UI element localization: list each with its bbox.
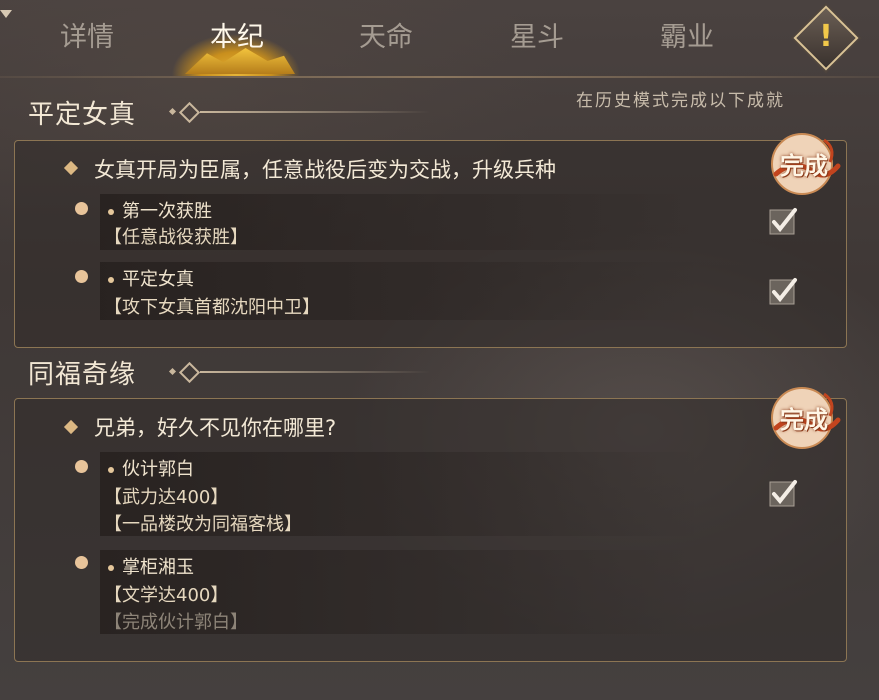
item-requirement: 【武力达400】	[104, 487, 229, 508]
bullet-icon	[75, 202, 88, 215]
complete-stamp-label: 完成	[780, 152, 828, 180]
item-requirement: 【攻下女真首都沈阳中卫】	[104, 297, 320, 318]
tab-details[interactable]: 详情	[32, 18, 142, 62]
item-name: 平定女真	[122, 269, 194, 290]
bullet-dot	[108, 277, 114, 283]
section-title: 平定女真	[28, 100, 137, 130]
bullet-dot	[108, 467, 114, 473]
item-requirement: 【一品楼改为同福客栈】	[104, 514, 302, 535]
item-name: 伙计郭白	[122, 459, 194, 480]
tab-hegemony[interactable]: 霸业	[632, 18, 742, 62]
tab-annals[interactable]: 本纪	[182, 18, 292, 62]
bullet-icon	[75, 460, 88, 473]
title-ornament	[168, 361, 430, 384]
bullet-dot	[108, 565, 114, 571]
bullet-dot	[108, 209, 114, 215]
exclamation-icon[interactable]: !	[803, 15, 849, 61]
bullet-icon	[75, 556, 88, 569]
item-requirement: 【文学达400】	[104, 585, 229, 606]
achievement-item: 伙计郭白 【武力达400】 【一品楼改为同福客栈】	[100, 452, 700, 536]
tab-stars[interactable]: 星斗	[482, 18, 592, 62]
item-name: 第一次获胜	[122, 201, 212, 222]
complete-stamp-label: 完成	[780, 406, 828, 434]
tab-bar: 详情 本纪 天命 星斗 霸业 !	[0, 0, 879, 78]
checkbox-checked-icon	[769, 208, 797, 235]
section-title: 同福奇缘	[28, 360, 137, 390]
title-ornament	[168, 101, 430, 124]
goal-text: 女真开局为臣属，任意战役后变为交战，升级兵种	[94, 158, 556, 182]
goal-text: 兄弟，好久不见你在哪里?	[94, 416, 337, 440]
corner-arrow-icon	[0, 10, 12, 18]
checkbox-checked-icon	[769, 480, 797, 507]
tab-divider	[0, 76, 879, 78]
achievement-item: 第一次获胜 【任意战役获胜】	[100, 194, 700, 250]
checkbox-checked-icon	[769, 278, 797, 305]
achievement-item: 平定女真 【攻下女真首都沈阳中卫】	[100, 262, 700, 320]
tab-destiny[interactable]: 天命	[331, 18, 441, 62]
item-name: 掌柜湘玉	[122, 557, 194, 578]
item-requirement: 【任意战役获胜】	[104, 227, 248, 248]
hint-text: 在历史模式完成以下成就	[576, 91, 785, 111]
bullet-icon	[75, 270, 88, 283]
achievement-item: 掌柜湘玉 【文学达400】 【完成伙计郭白】	[100, 550, 700, 634]
item-requirement: 【完成伙计郭白】	[104, 612, 248, 633]
